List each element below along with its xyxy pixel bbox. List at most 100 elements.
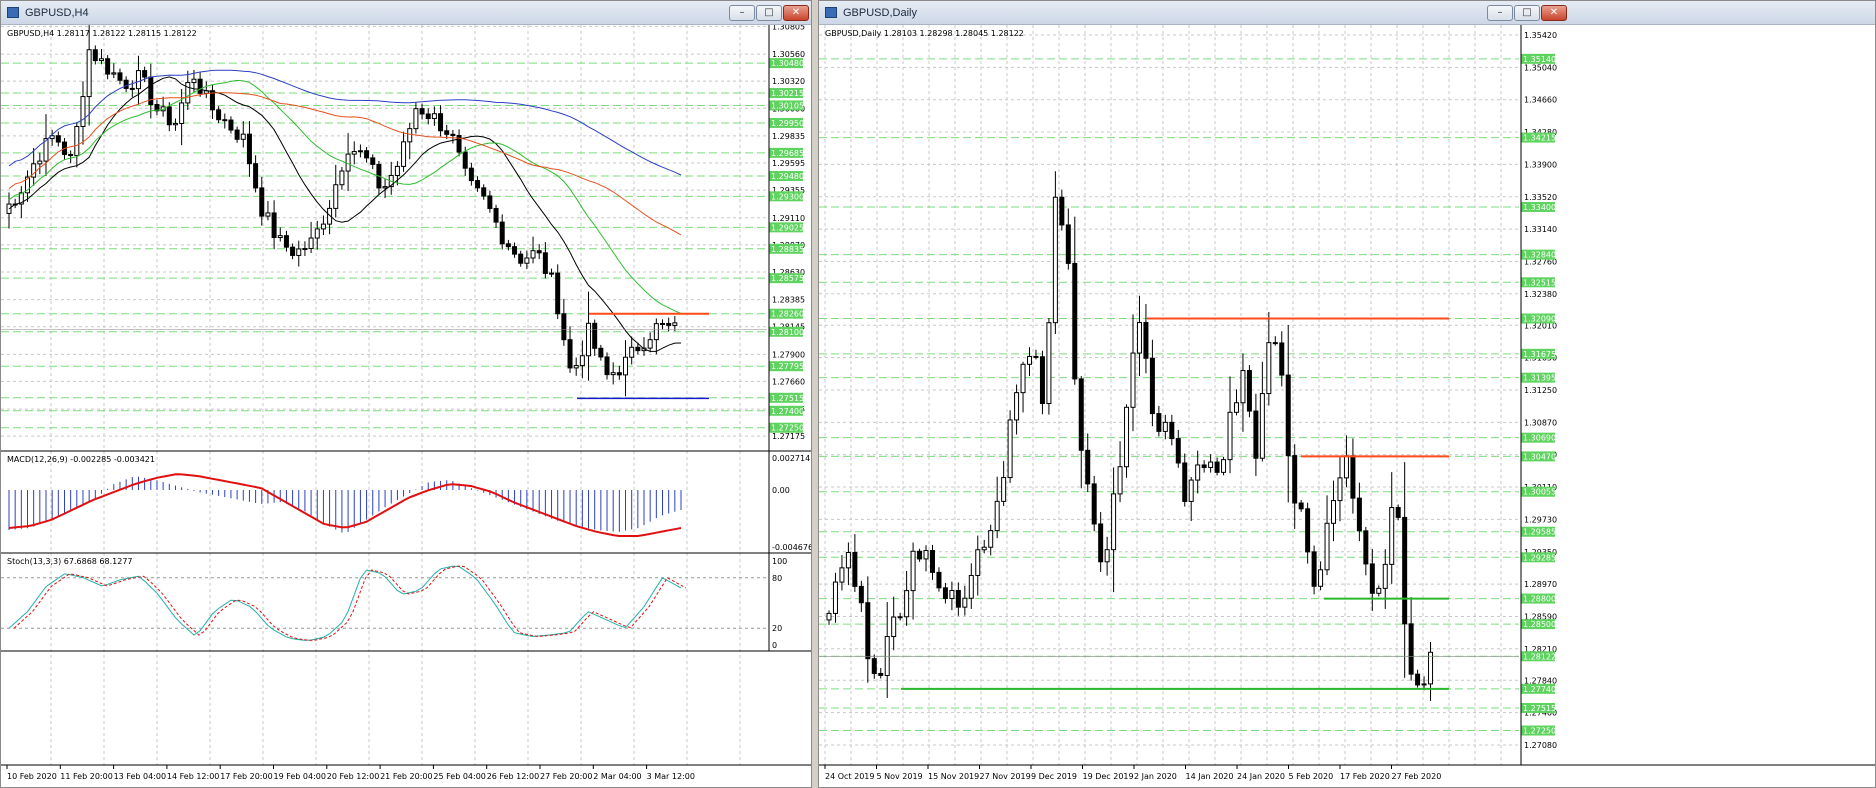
level-label: 1.28100 (771, 328, 804, 337)
price-candle (228, 119, 234, 131)
chart-info-label: GBPUSD,Daily 1.28103 1.28298 1.28045 1.2… (825, 29, 1024, 38)
price-tick-label: 1.28970 (1524, 580, 1557, 589)
level-label: 1.27250 (771, 424, 804, 433)
price-candle (1279, 342, 1285, 376)
level-label: 1.28800 (1523, 595, 1556, 604)
close-button[interactable]: ✕ (1541, 5, 1567, 21)
price-candle (1117, 466, 1123, 495)
price-candle (290, 246, 296, 256)
close-button[interactable]: ✕ (783, 5, 809, 21)
price-tick-label: 1.33140 (1524, 225, 1557, 234)
price-candle (871, 658, 877, 674)
right-chart-canvas[interactable]: 1.354201.350401.346601.342801.339001.335… (819, 25, 1875, 787)
price-candle (37, 160, 43, 165)
time-tick-label: 27 Nov 2019 (980, 772, 1031, 781)
time-tick-label: 21 Feb 20:00 (380, 772, 432, 781)
time-tick-label: 10 Feb 2020 (7, 772, 57, 781)
price-candle (536, 250, 542, 254)
level-label: 1.27400 (771, 407, 804, 416)
price-candle (1402, 516, 1408, 625)
price-candle (1175, 438, 1181, 464)
price-candle (240, 133, 246, 140)
left-chart-canvas[interactable]: 1.308051.305601.303201.300801.298351.295… (1, 25, 811, 787)
price-candle (197, 78, 203, 94)
price-candle (1350, 455, 1356, 499)
price-candle (542, 252, 548, 274)
price-candle (1337, 477, 1343, 502)
level-label: 1.27515 (771, 394, 804, 403)
price-candle (277, 235, 283, 238)
price-candle (308, 237, 314, 250)
price-candle (450, 133, 456, 136)
price-candle (858, 585, 864, 604)
time-tick-label: 13 Feb 04:00 (114, 772, 166, 781)
price-candle (981, 546, 987, 551)
level-label: 1.28260 (771, 310, 804, 319)
time-tick-label: 14 Jan 2020 (1186, 772, 1234, 781)
level-label: 1.31395 (1523, 374, 1556, 383)
level-label: 1.30470 (1523, 452, 1556, 461)
level-label: 1.29300 (771, 192, 804, 201)
left-window-titlebar[interactable]: GBPUSD,H4 – □ ✕ (1, 1, 811, 25)
maximize-button[interactable]: □ (1514, 5, 1540, 21)
price-candle (1259, 393, 1265, 459)
price-candle (1104, 549, 1110, 563)
price-candle (1421, 683, 1427, 686)
right-window-titlebar[interactable]: GBPUSD,Daily – □ ✕ (819, 1, 1875, 25)
price-candle (832, 581, 838, 614)
price-candle (1214, 461, 1220, 473)
time-tick-label: 17 Feb 2020 (1340, 772, 1390, 781)
price-candle (1052, 196, 1058, 324)
price-candle (579, 355, 585, 367)
chart-info-label: GBPUSD,H4 1.28117 1.28122 1.28115 1.2812… (7, 29, 197, 38)
stoch-tick: 100 (772, 557, 787, 566)
minimize-button[interactable]: – (729, 5, 755, 21)
level-label: 1.33400 (1523, 203, 1556, 212)
level-label: 1.28835 (771, 245, 804, 254)
left-chart-window[interactable]: GBPUSD,H4 – □ ✕ 1.30805 1.30560 1.30320 1.3… (0, 0, 812, 788)
right-chart-window[interactable]: GBPUSD,Daily – □ ✕ 1.35420 1.35040 1.34660… (818, 0, 1876, 788)
time-tick-label: 9 Dec 2019 (1031, 772, 1077, 781)
price-candle (629, 346, 635, 358)
price-candle (897, 616, 903, 619)
price-candle (653, 323, 659, 341)
price-candle (351, 151, 357, 155)
level-label: 1.29285 (1523, 553, 1556, 562)
price-candle (1065, 224, 1071, 264)
price-candle (988, 530, 994, 548)
price-candle (407, 128, 413, 143)
time-tick-label: 20 Feb 12:00 (327, 772, 379, 781)
time-tick-label: 3 Mar 12:00 (647, 772, 695, 781)
price-candle (142, 70, 148, 78)
level-label: 1.32515 (1523, 278, 1556, 287)
minimize-button[interactable]: – (1487, 5, 1513, 21)
price-candle (68, 153, 74, 157)
price-candle (1246, 370, 1252, 412)
price-candle (1001, 477, 1007, 502)
price-candle (431, 113, 437, 120)
price-candle (222, 119, 228, 122)
chart-window-icon (825, 7, 837, 18)
price-candle (1305, 508, 1311, 553)
price-candle (666, 323, 672, 326)
price-candle (185, 82, 191, 104)
price-tick-label: 1.29595 (772, 159, 805, 168)
price-candle (1395, 507, 1401, 518)
price-candle (487, 195, 493, 209)
price-tick-label: 1.33900 (1524, 160, 1557, 169)
macd-tick: -0.004676 (772, 543, 811, 552)
price-candle (1059, 196, 1065, 226)
price-candle (259, 187, 265, 217)
price-candle (1046, 322, 1052, 404)
price-candle (598, 347, 604, 358)
maximize-button[interactable]: □ (756, 5, 782, 21)
price-candle (1318, 569, 1324, 587)
chart-window-icon (7, 7, 19, 18)
price-candle (253, 163, 259, 189)
price-candle (1020, 363, 1026, 394)
price-candle (623, 356, 629, 376)
macd-tick: 0.00 (772, 486, 790, 495)
price-candle (382, 186, 388, 189)
price-candle (524, 257, 530, 264)
price-candle (610, 372, 616, 376)
